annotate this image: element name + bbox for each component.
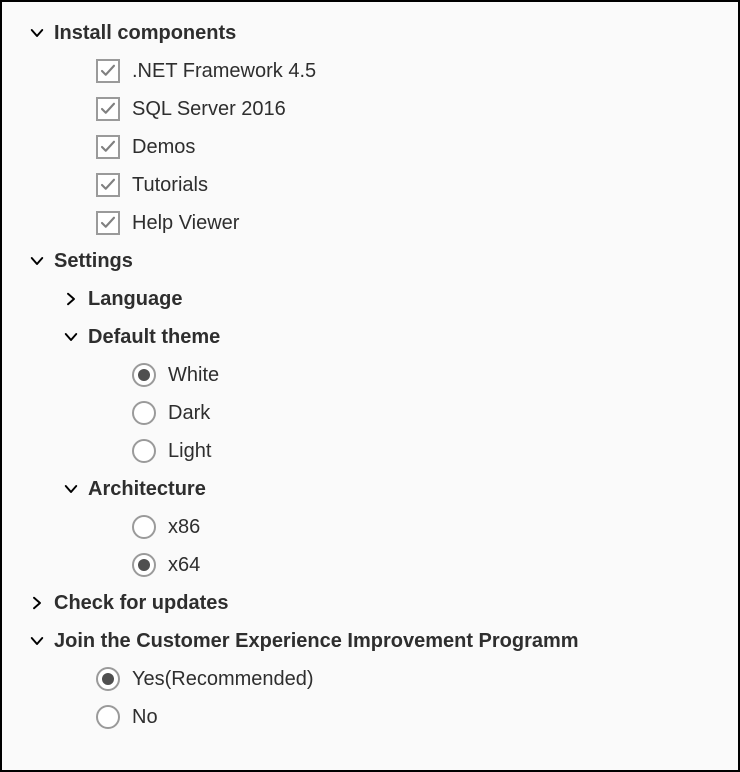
checkbox-label: Demos <box>132 137 195 157</box>
checkbox-item-demos[interactable]: Demos <box>16 128 724 166</box>
radio-icon <box>96 705 120 729</box>
checkbox-item-dotnet[interactable]: .NET Framework 4.5 <box>16 52 724 90</box>
checkbox-icon <box>96 211 120 235</box>
radio-label: Light <box>168 441 211 461</box>
radio-icon <box>132 515 156 539</box>
subsection-title: Default theme <box>88 327 220 347</box>
checkbox-label: SQL Server 2016 <box>132 99 286 119</box>
checkbox-icon <box>96 173 120 197</box>
checkbox-icon <box>96 59 120 83</box>
subsection-language[interactable]: Language <box>16 280 724 318</box>
subsection-default-theme[interactable]: Default theme <box>16 318 724 356</box>
radio-icon <box>132 439 156 463</box>
chevron-down-icon <box>24 248 50 274</box>
chevron-right-icon <box>58 286 84 312</box>
chevron-down-icon <box>24 20 50 46</box>
radio-label: Dark <box>168 403 210 423</box>
radio-icon <box>96 667 120 691</box>
subsection-title: Language <box>88 289 182 309</box>
subsection-architecture[interactable]: Architecture <box>16 470 724 508</box>
radio-icon <box>132 401 156 425</box>
radio-label: White <box>168 365 219 385</box>
section-title: Check for updates <box>54 593 228 613</box>
chevron-down-icon <box>58 324 84 350</box>
radio-label: Yes(Recommended) <box>132 669 314 689</box>
radio-theme-light[interactable]: Light <box>16 432 724 470</box>
radio-theme-white[interactable]: White <box>16 356 724 394</box>
section-title: Join the Customer Experience Improvement… <box>54 631 579 651</box>
checkbox-item-sqlserver[interactable]: SQL Server 2016 <box>16 90 724 128</box>
radio-ceip-no[interactable]: No <box>16 698 724 736</box>
radio-icon <box>132 553 156 577</box>
chevron-right-icon <box>24 590 50 616</box>
radio-label: x86 <box>168 517 200 537</box>
checkbox-item-tutorials[interactable]: Tutorials <box>16 166 724 204</box>
radio-label: x64 <box>168 555 200 575</box>
checkbox-icon <box>96 135 120 159</box>
checkbox-label: Help Viewer <box>132 213 239 233</box>
settings-tree-panel: Install components .NET Framework 4.5 SQ… <box>0 0 740 772</box>
section-settings[interactable]: Settings <box>16 242 724 280</box>
section-title: Install components <box>54 23 236 43</box>
section-title: Settings <box>54 251 133 271</box>
checkbox-label: .NET Framework 4.5 <box>132 61 316 81</box>
chevron-down-icon <box>24 628 50 654</box>
subsection-title: Architecture <box>88 479 206 499</box>
radio-label: No <box>132 707 158 727</box>
chevron-down-icon <box>58 476 84 502</box>
radio-arch-x86[interactable]: x86 <box>16 508 724 546</box>
checkbox-item-helpviewer[interactable]: Help Viewer <box>16 204 724 242</box>
checkbox-label: Tutorials <box>132 175 208 195</box>
checkbox-icon <box>96 97 120 121</box>
radio-arch-x64[interactable]: x64 <box>16 546 724 584</box>
section-check-updates[interactable]: Check for updates <box>16 584 724 622</box>
radio-theme-dark[interactable]: Dark <box>16 394 724 432</box>
radio-ceip-yes[interactable]: Yes(Recommended) <box>16 660 724 698</box>
section-install-components[interactable]: Install components <box>16 14 724 52</box>
radio-icon <box>132 363 156 387</box>
section-ceip[interactable]: Join the Customer Experience Improvement… <box>16 622 724 660</box>
